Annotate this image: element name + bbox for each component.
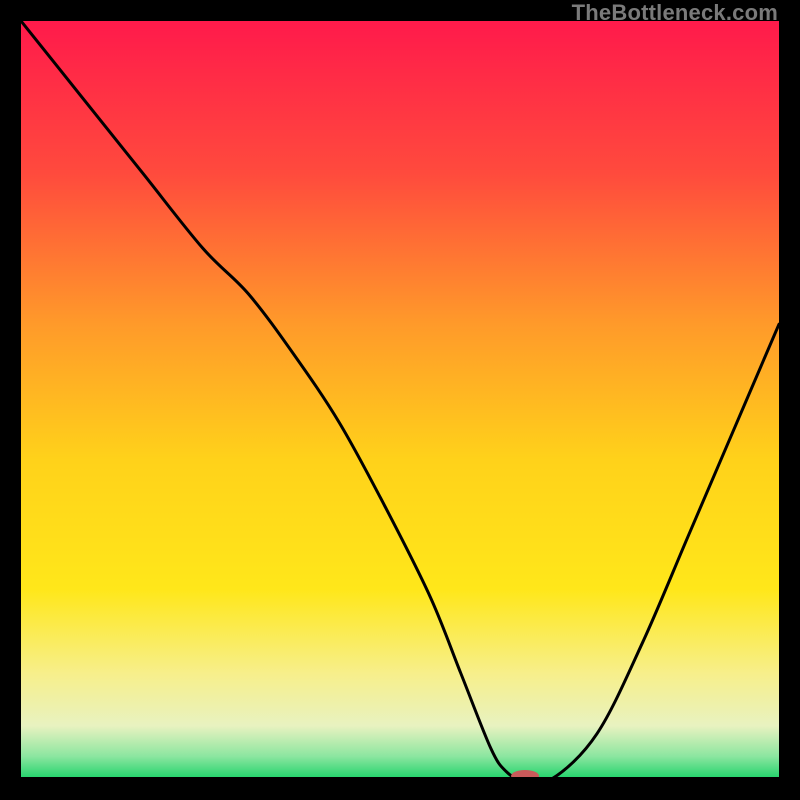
chart-frame xyxy=(21,21,779,779)
bottleneck-chart xyxy=(21,21,779,779)
chart-background xyxy=(21,21,779,779)
